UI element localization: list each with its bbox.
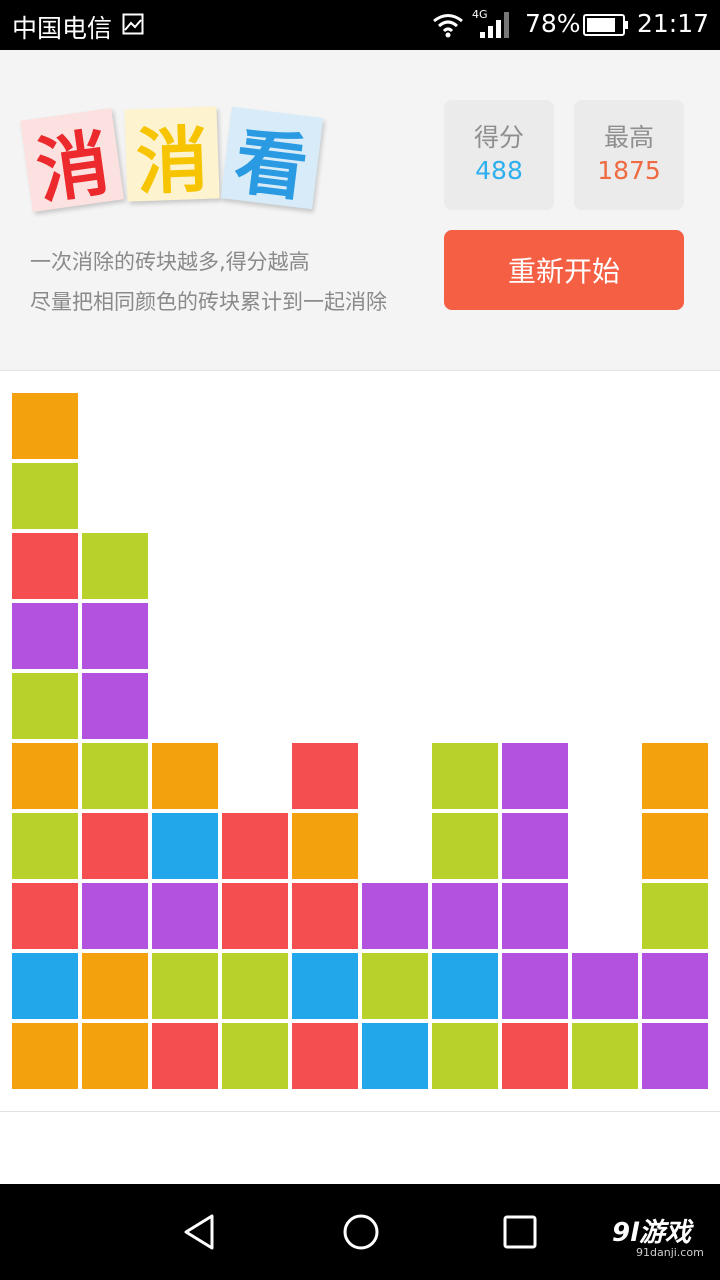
brick[interactable]	[12, 463, 78, 529]
best-score-value: 1875	[597, 156, 661, 185]
brick[interactable]	[82, 953, 148, 1019]
brick[interactable]	[12, 673, 78, 739]
brick[interactable]	[222, 813, 288, 879]
logo-tile: 消	[20, 108, 124, 213]
brick[interactable]	[82, 813, 148, 879]
brick[interactable]	[292, 883, 358, 949]
brick[interactable]	[642, 883, 708, 949]
battery-icon	[583, 14, 628, 36]
brick[interactable]	[152, 743, 218, 809]
brick[interactable]	[642, 813, 708, 879]
best-score-label: 最高	[603, 123, 654, 152]
watermark-brand: 9l游戏	[612, 1218, 692, 1248]
best-score-panel: 最高 1875	[574, 100, 684, 210]
wifi-icon	[433, 14, 463, 38]
brick[interactable]	[292, 813, 358, 879]
logo-tile: 看	[220, 106, 324, 211]
status-bar: 中国电信 4G 78% 21:17	[0, 0, 720, 50]
carrier-name: 中国电信	[12, 14, 113, 43]
brick[interactable]	[222, 953, 288, 1019]
brick[interactable]	[152, 813, 218, 879]
brick[interactable]	[12, 743, 78, 809]
brick[interactable]	[152, 953, 218, 1019]
brick[interactable]	[82, 743, 148, 809]
score-label: 得分	[473, 123, 524, 152]
brick[interactable]	[82, 603, 148, 669]
score-panel: 得分 488	[444, 100, 554, 210]
brick[interactable]	[12, 603, 78, 669]
brick[interactable]	[432, 953, 498, 1019]
brick[interactable]	[12, 533, 78, 599]
brick[interactable]	[292, 743, 358, 809]
brick[interactable]	[502, 1023, 568, 1089]
clock: 21:17	[637, 9, 710, 38]
recent-apps-icon[interactable]	[500, 1212, 540, 1252]
brick[interactable]	[12, 883, 78, 949]
brick[interactable]	[642, 1023, 708, 1089]
brick[interactable]	[572, 953, 638, 1019]
score-value: 488	[475, 156, 523, 185]
back-icon[interactable]	[180, 1212, 220, 1252]
logo-tile: 消	[124, 106, 220, 204]
instruction-line-1: 一次消除的砖块越多,得分越高	[30, 250, 310, 274]
brick[interactable]	[12, 953, 78, 1019]
game-board	[0, 371, 720, 1112]
navigation-bar: 9l游戏 91danji.com	[0, 1184, 720, 1280]
brick[interactable]	[152, 1023, 218, 1089]
brick[interactable]	[362, 953, 428, 1019]
brick[interactable]	[12, 813, 78, 879]
brick[interactable]	[432, 813, 498, 879]
brick[interactable]	[502, 953, 568, 1019]
brick[interactable]	[432, 1023, 498, 1089]
brick[interactable]	[152, 883, 218, 949]
home-icon[interactable]	[341, 1212, 381, 1252]
brick[interactable]	[82, 883, 148, 949]
signal-icon: 4G	[472, 8, 509, 38]
brick[interactable]	[222, 883, 288, 949]
brick[interactable]	[572, 1023, 638, 1089]
brick[interactable]	[12, 1023, 78, 1089]
brick[interactable]	[432, 883, 498, 949]
brick[interactable]	[222, 1023, 288, 1089]
brick[interactable]	[502, 743, 568, 809]
network-type: 4G	[472, 8, 488, 21]
brick[interactable]	[432, 743, 498, 809]
instruction-line-2: 尽量把相同颜色的砖块累计到一起消除	[30, 290, 387, 314]
brick[interactable]	[362, 883, 428, 949]
brick[interactable]	[12, 393, 78, 459]
restart-button[interactable]: 重新开始	[444, 230, 684, 310]
brick[interactable]	[362, 1023, 428, 1089]
game-logo: 消 消 看	[20, 98, 332, 223]
brick[interactable]	[642, 953, 708, 1019]
brick[interactable]	[82, 673, 148, 739]
image-notification-icon	[122, 13, 144, 35]
brick[interactable]	[502, 883, 568, 949]
battery-percent: 78%	[525, 9, 581, 38]
watermark-site: 91danji.com	[636, 1246, 704, 1259]
brick[interactable]	[502, 813, 568, 879]
brick[interactable]	[82, 1023, 148, 1089]
brick[interactable]	[292, 1023, 358, 1089]
brick[interactable]	[642, 743, 708, 809]
brick[interactable]	[292, 953, 358, 1019]
brick[interactable]	[82, 533, 148, 599]
game-header: 消 消 看 一次消除的砖块越多,得分越高 尽量把相同颜色的砖块累计到一起消除 得…	[0, 50, 720, 371]
